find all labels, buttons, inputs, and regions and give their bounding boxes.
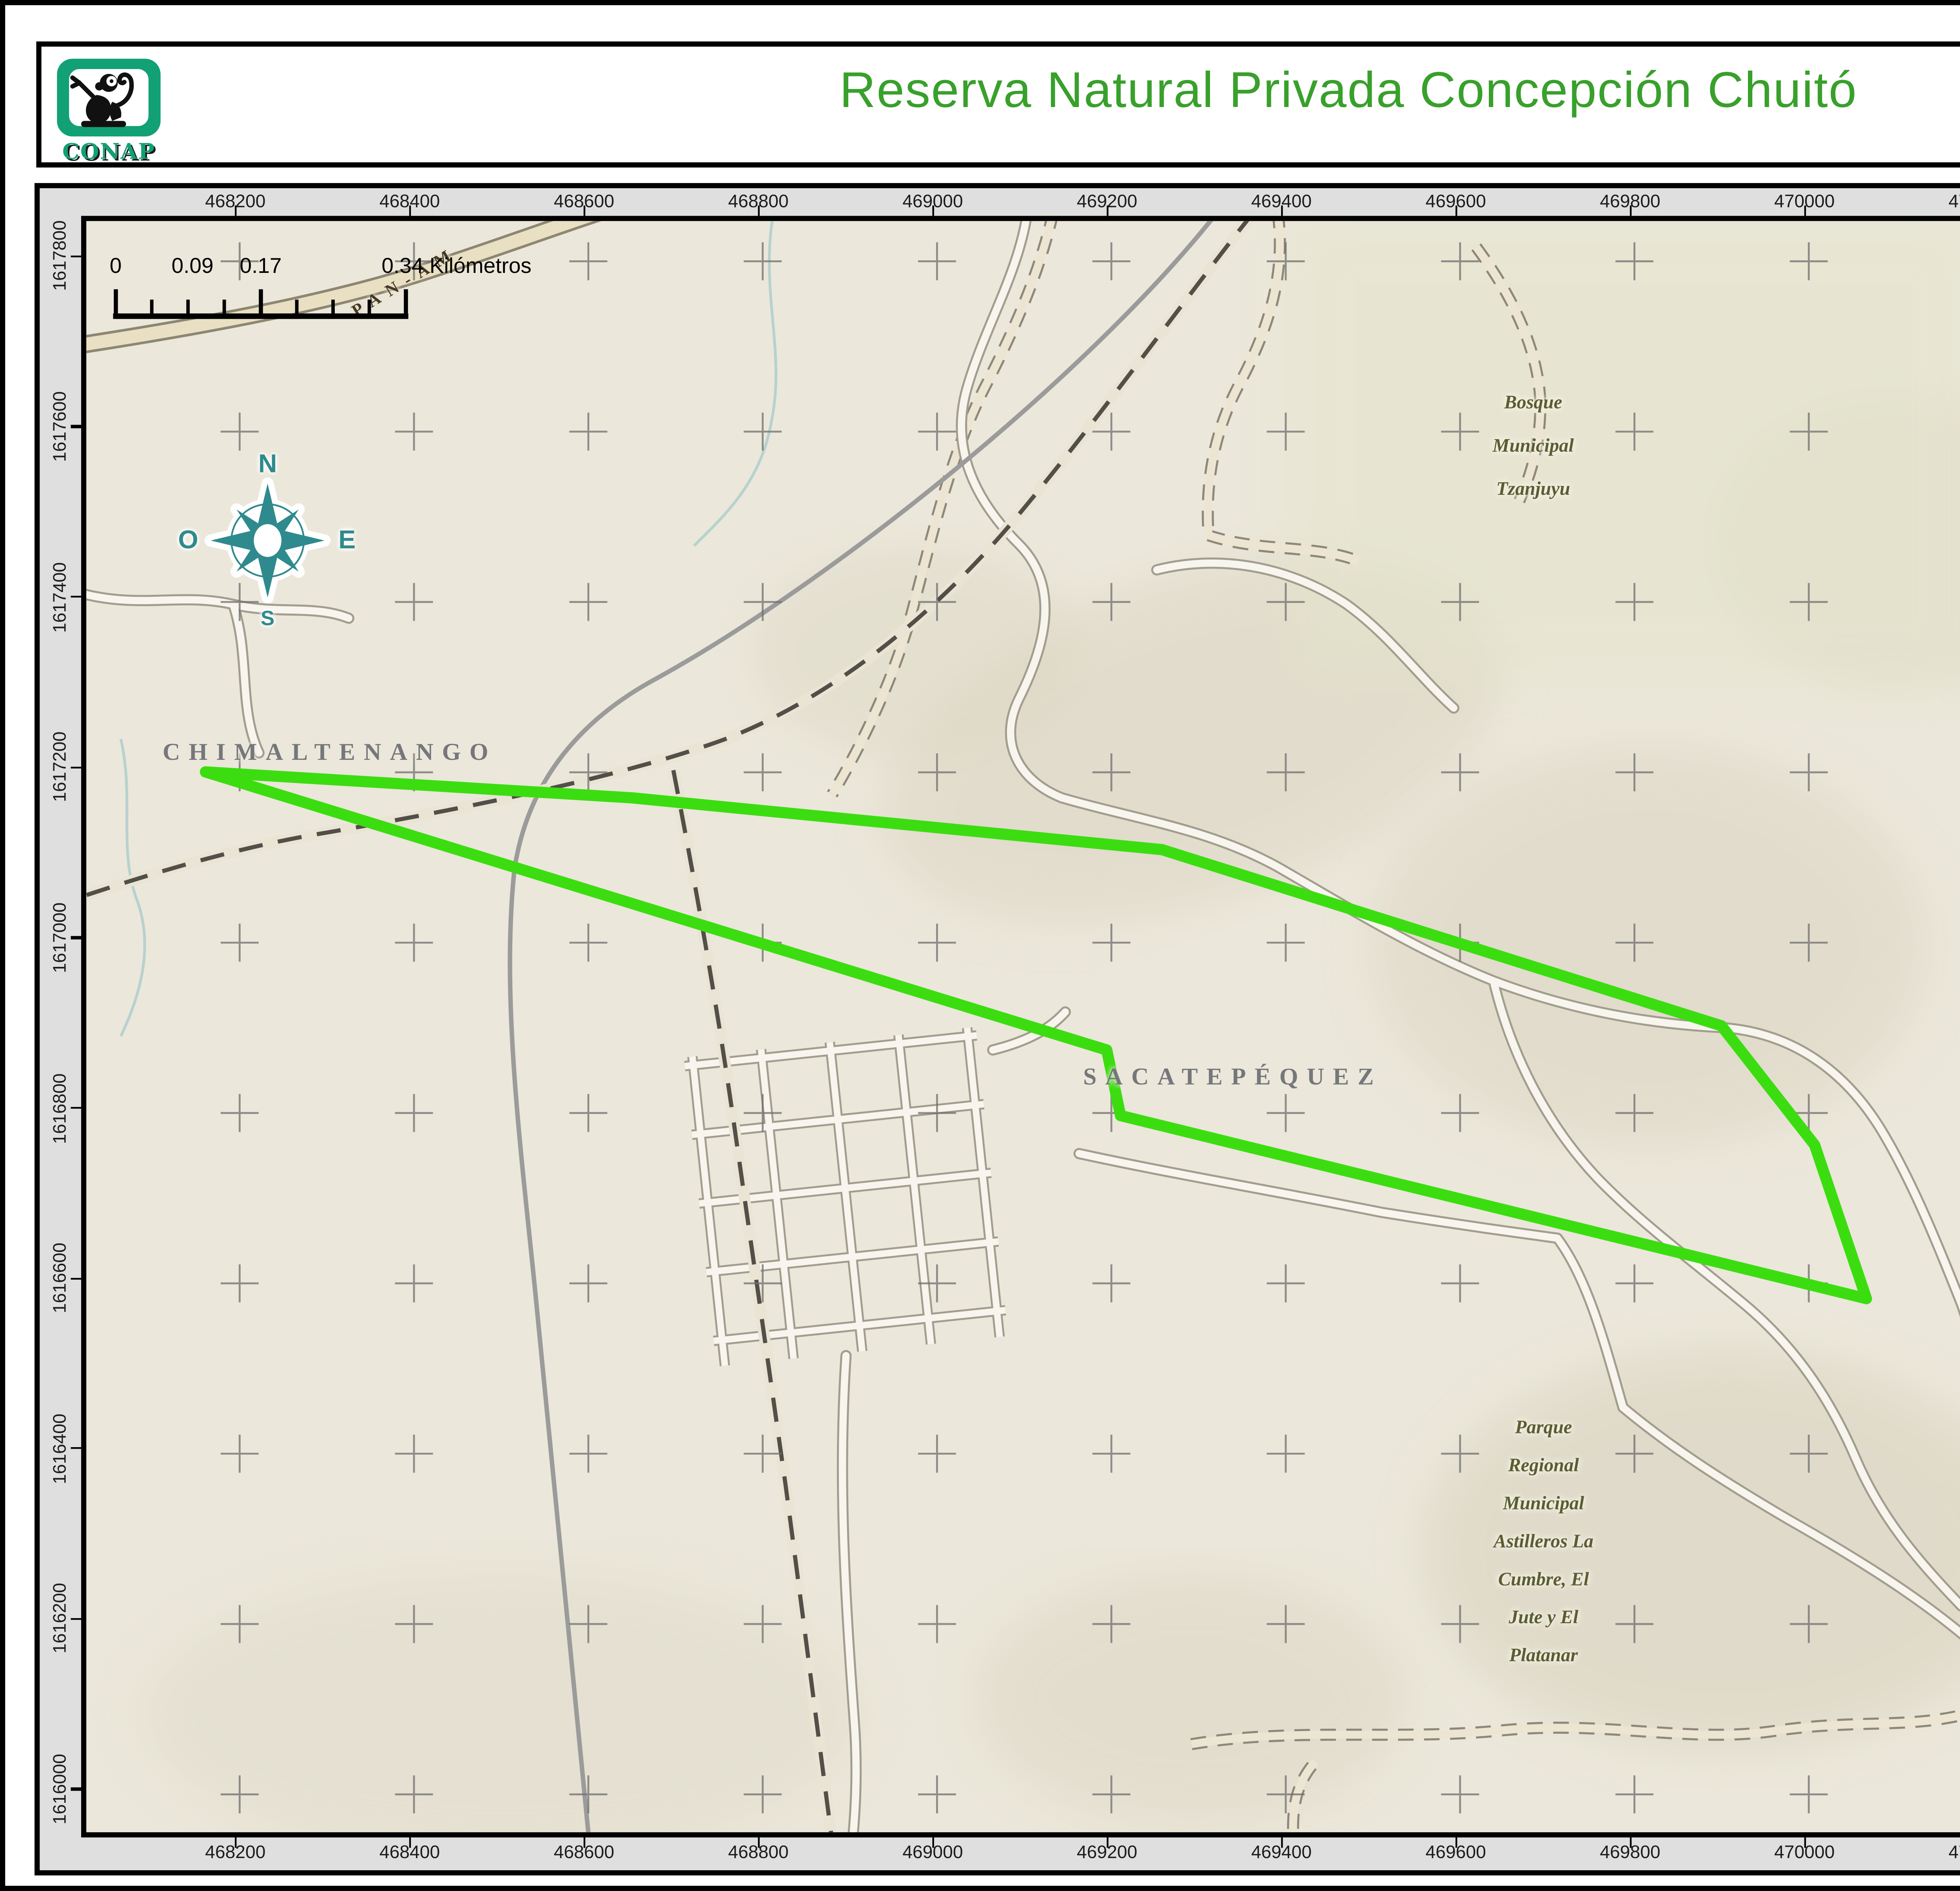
compass-o: O bbox=[178, 526, 198, 555]
x-axis-label-bottom: 470200 bbox=[1949, 1843, 1960, 1864]
y-tick-left bbox=[71, 1788, 81, 1791]
y-axis-label-left: 1616800 bbox=[50, 1072, 71, 1143]
y-tick-left bbox=[71, 766, 81, 768]
x-tick-bottom bbox=[757, 1837, 760, 1847]
y-tick-left bbox=[71, 255, 81, 257]
x-tick-top bbox=[1106, 205, 1108, 216]
x-tick-bottom bbox=[1629, 1837, 1632, 1847]
scale-label: 0 bbox=[110, 253, 122, 278]
y-axis-label-left: 1616600 bbox=[50, 1243, 71, 1313]
scale-end-label: 0.34 Kilómetros bbox=[381, 253, 531, 278]
compass-rose-icon: N E O S bbox=[172, 445, 362, 635]
scale-label: 0.09 bbox=[172, 253, 214, 278]
y-axis-label-left: 1617800 bbox=[50, 221, 71, 291]
x-tick-top bbox=[1804, 205, 1806, 216]
x-tick-top bbox=[757, 205, 760, 216]
x-tick-top bbox=[1629, 205, 1632, 216]
y-tick-left bbox=[71, 425, 81, 428]
header-box: CONAP Reserva Natural Privada Concepción… bbox=[36, 42, 1960, 168]
compass-s: S bbox=[261, 606, 274, 630]
conap-wordmark: CONAP bbox=[55, 138, 162, 164]
x-tick-top bbox=[1280, 205, 1283, 216]
y-axis-label-left: 1616000 bbox=[50, 1754, 71, 1824]
compass-n: N bbox=[258, 450, 277, 479]
x-tick-bottom bbox=[234, 1837, 237, 1847]
scale-bar: 0 0.09 0.17 0.34 Kilómetros bbox=[86, 221, 708, 342]
compass-e: E bbox=[338, 526, 356, 555]
x-axis-label-top: 470200 bbox=[1949, 192, 1960, 213]
y-axis-label-left: 1617600 bbox=[50, 391, 71, 462]
x-tick-bottom bbox=[1106, 1837, 1108, 1847]
y-axis-label-left: 1616200 bbox=[50, 1584, 71, 1654]
label-sacatepequez: SACATEPÉQUEZ bbox=[1083, 1066, 1382, 1093]
y-axis-label-left: 1617400 bbox=[50, 561, 71, 632]
x-tick-top bbox=[408, 205, 411, 216]
label-chimaltenango: CHIMALTENANGO bbox=[163, 741, 497, 768]
page-title: Reserva Natural Privada Concepción Chuit… bbox=[42, 64, 1960, 121]
y-tick-left bbox=[71, 1448, 81, 1450]
map-frame: 4682004682004684004684004686004686004688… bbox=[34, 183, 1960, 1875]
x-tick-bottom bbox=[932, 1837, 934, 1847]
x-tick-top bbox=[932, 205, 934, 216]
y-axis-label-left: 1617000 bbox=[50, 902, 71, 973]
y-tick-left bbox=[71, 936, 81, 939]
y-axis-label-left: 1617200 bbox=[50, 732, 71, 803]
x-tick-bottom bbox=[1455, 1837, 1457, 1847]
map-canvas: CHIMALTENANGO SACATEPÉQUEZ Bosque Munici… bbox=[81, 216, 1960, 1838]
y-tick-left bbox=[71, 1107, 81, 1109]
y-tick-left bbox=[71, 1618, 81, 1620]
x-tick-bottom bbox=[1804, 1837, 1806, 1847]
y-tick-left bbox=[71, 596, 81, 598]
label-parque-regional: Parque Regional Municipal Astilleros La … bbox=[1494, 1409, 1593, 1675]
y-axis-label-left: 1616400 bbox=[50, 1413, 71, 1484]
map-document-page: CONAP Reserva Natural Privada Concepción… bbox=[0, 0, 1960, 1891]
x-tick-top bbox=[1455, 205, 1457, 216]
x-tick-top bbox=[583, 205, 585, 216]
x-tick-top bbox=[234, 205, 237, 216]
basemap bbox=[86, 221, 1960, 1832]
x-tick-bottom bbox=[1280, 1837, 1283, 1847]
label-bosque-municipal: Bosque Municipal Tzanjuyu bbox=[1493, 383, 1574, 512]
x-tick-bottom bbox=[583, 1837, 585, 1847]
x-tick-bottom bbox=[408, 1837, 411, 1847]
y-tick-left bbox=[71, 1277, 81, 1279]
scale-label: 0.17 bbox=[240, 253, 282, 278]
